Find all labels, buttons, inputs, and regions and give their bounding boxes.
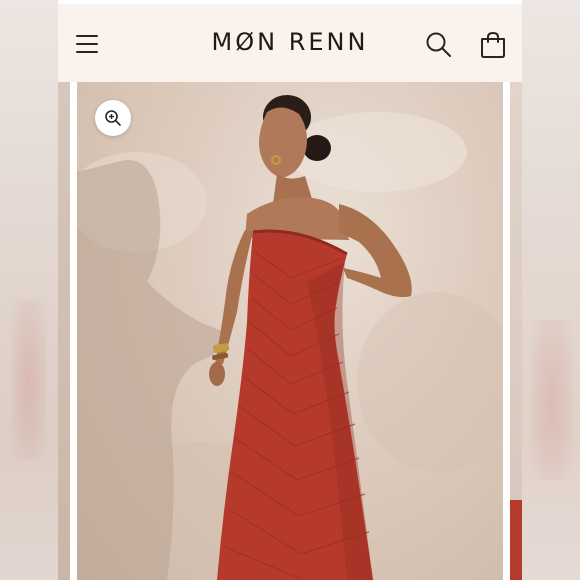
product-photo[interactable] bbox=[77, 82, 503, 580]
blurred-background-right bbox=[522, 0, 580, 580]
next-slide-peek[interactable] bbox=[510, 82, 522, 580]
phone-screen: MØN RENN bbox=[58, 0, 522, 580]
zoom-button[interactable] bbox=[95, 100, 131, 136]
site-header: MØN RENN bbox=[58, 4, 522, 83]
blurred-background-left bbox=[0, 0, 58, 580]
previous-slide-peek[interactable] bbox=[58, 82, 70, 580]
search-icon[interactable] bbox=[424, 30, 454, 60]
product-gallery[interactable] bbox=[58, 82, 522, 580]
zoom-in-icon bbox=[105, 110, 121, 126]
shopping-bag-icon[interactable] bbox=[478, 30, 508, 60]
model-illustration bbox=[77, 95, 503, 580]
